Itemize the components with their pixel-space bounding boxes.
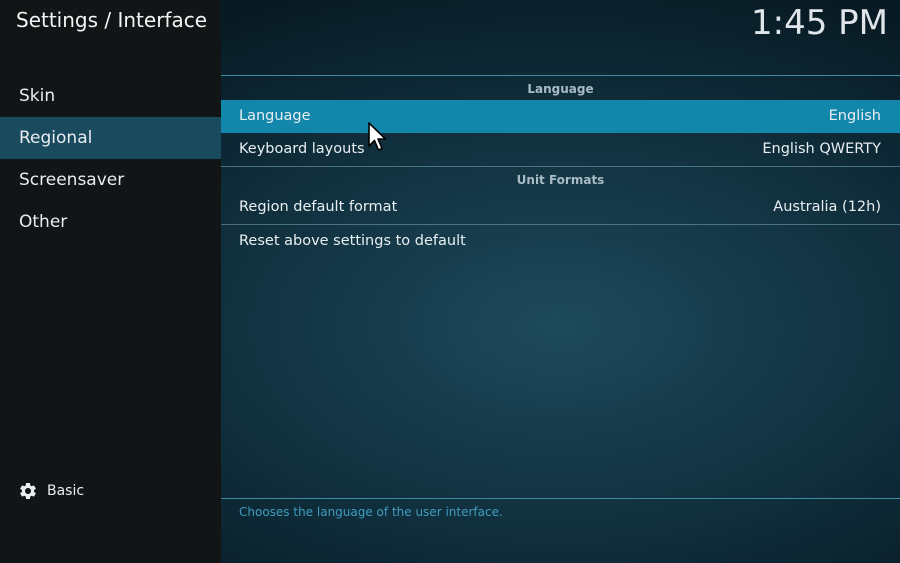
sidebar-item-label: Screensaver — [19, 170, 125, 190]
setting-value: English — [828, 108, 881, 124]
setting-label: Region default format — [239, 199, 398, 215]
sidebar-item-screensaver[interactable]: Screensaver — [0, 159, 221, 201]
clock: 1:45 PM — [751, 3, 888, 43]
page-title: Settings / Interface — [16, 8, 208, 32]
settings-level-label: Basic — [47, 483, 85, 499]
setting-keyboard-layouts[interactable]: Keyboard layouts English QWERTY — [221, 133, 900, 166]
settings-list: Language Language English Keyboard layou… — [221, 75, 900, 258]
gear-icon — [20, 483, 36, 499]
section-header-unit-formats: Unit Formats — [516, 173, 605, 187]
setting-language[interactable]: Language English — [221, 100, 900, 133]
sidebar-item-label: Regional — [19, 128, 93, 148]
section-header-language: Language — [527, 82, 594, 96]
setting-region-default-format[interactable]: Region default format Australia (12h) — [221, 191, 900, 224]
setting-label: Reset above settings to default — [239, 233, 466, 249]
sidebar-item-label: Skin — [19, 86, 56, 106]
sidebar-item-skin[interactable]: Skin — [0, 75, 221, 117]
settings-screen: Settings / Interface Skin Regional Scree… — [0, 0, 900, 563]
row-divider — [221, 166, 900, 167]
sidebar-nav: Skin Regional Screensaver Other — [0, 75, 221, 243]
sidebar-item-regional[interactable]: Regional — [0, 117, 221, 159]
settings-level-button[interactable]: Basic — [18, 480, 84, 502]
reset-settings-button[interactable]: Reset above settings to default — [221, 225, 900, 258]
footer-divider — [221, 498, 900, 499]
setting-value: English QWERTY — [762, 141, 881, 157]
setting-description: Chooses the language of the user interfa… — [239, 505, 503, 519]
setting-label: Keyboard layouts — [239, 141, 365, 157]
sidebar-item-label: Other — [19, 212, 68, 232]
sidebar: Settings / Interface Skin Regional Scree… — [0, 0, 221, 563]
mouse-pointer-icon — [368, 122, 387, 151]
setting-value: Australia (12h) — [773, 199, 881, 215]
setting-label: Language — [239, 108, 311, 124]
sidebar-item-other[interactable]: Other — [0, 201, 221, 243]
